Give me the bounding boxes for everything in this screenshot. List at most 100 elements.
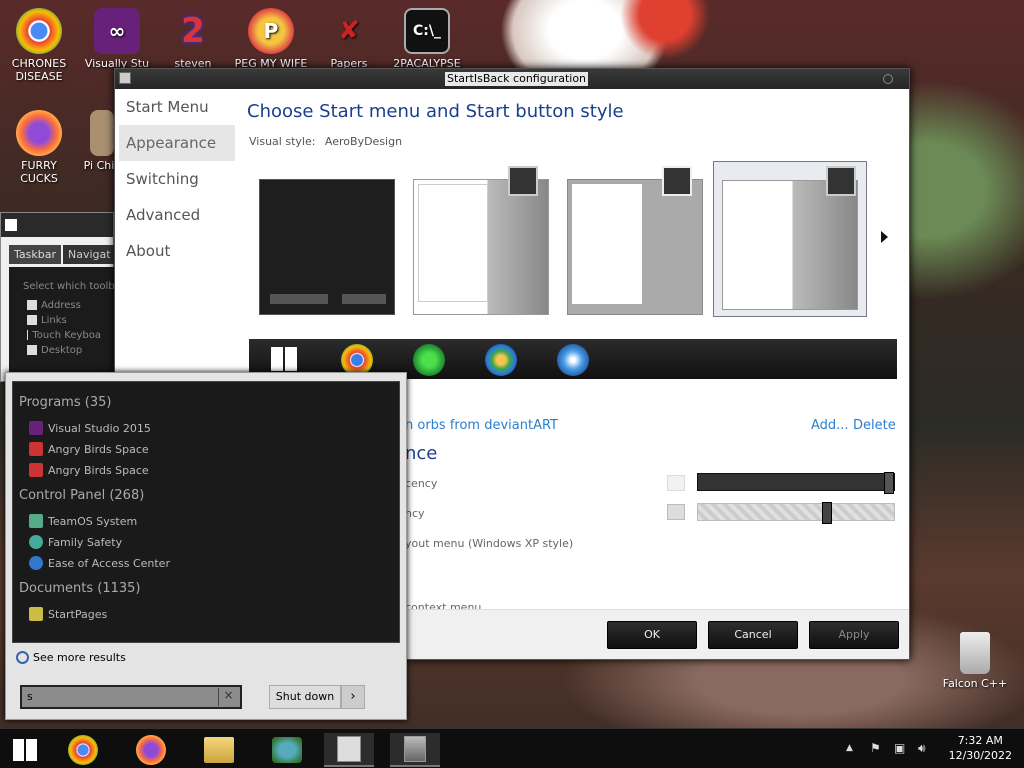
add-link[interactable]: Add... — [811, 418, 849, 433]
taskbar-chrome[interactable] — [58, 733, 108, 767]
result-angry-birds-1[interactable]: Angry Birds Space — [29, 442, 149, 456]
result-startpages[interactable]: StartPages — [29, 607, 107, 621]
appearance-section-title: nce — [405, 443, 438, 464]
color-swatch[interactable] — [667, 504, 685, 520]
taskbar-taskbar-properties[interactable] — [324, 733, 374, 767]
tab-navigation[interactable]: Navigat — [63, 245, 116, 264]
style-thumb-gray1[interactable] — [413, 166, 549, 315]
monitor-icon — [29, 514, 43, 528]
nav-item-switching[interactable]: Switching — [115, 161, 235, 197]
people-icon — [272, 737, 302, 763]
aux-item-label: Links — [41, 315, 67, 326]
visual-style-row: Visual style: AeroByDesign — [249, 135, 402, 148]
volume-icon[interactable]: 🔊︎ — [918, 741, 926, 756]
search-input[interactable]: s × — [20, 685, 242, 709]
recycle-bin-icon — [960, 632, 990, 674]
close-icon[interactable] — [883, 74, 893, 84]
nav-item-advanced[interactable]: Advanced — [115, 197, 235, 233]
result-ease-of-access[interactable]: Ease of Access Center — [29, 556, 170, 570]
aux-item-links[interactable]: Links — [9, 313, 119, 328]
thumb-panel — [418, 184, 488, 302]
see-more-label: See more results — [33, 651, 126, 664]
slider-thumb[interactable] — [884, 472, 894, 494]
apply-button[interactable]: Apply — [809, 621, 899, 649]
clear-search-icon[interactable]: × — [218, 688, 238, 706]
desktop-icon-peg[interactable]: P PEG MY WIFE — [234, 8, 308, 70]
windows-orb-icon[interactable] — [557, 344, 589, 376]
delete-link[interactable]: Delete — [853, 418, 896, 433]
desktop-icon-steven[interactable]: 2 steven — [156, 8, 230, 71]
taskbar-startisback[interactable] — [390, 733, 440, 767]
desktop-icon-label: Falcon C++ — [942, 677, 1008, 690]
aux-item-desktop[interactable]: Desktop — [9, 343, 119, 358]
result-label: TeamOS System — [48, 514, 138, 528]
slider-thumb[interactable] — [822, 502, 832, 524]
visual-style-value[interactable]: AeroByDesign — [325, 135, 402, 148]
aux-item-label: Address — [41, 300, 81, 311]
taskbar-properties-window: Taskbar Navigat Select which toolba Addr… — [0, 212, 119, 382]
firefox-icon — [16, 110, 62, 156]
taskbar-people[interactable] — [262, 733, 312, 767]
desktop-icon-chrones[interactable]: CHRONES DISEASE — [2, 8, 76, 83]
window-titlebar[interactable]: StartIsBack configuration — [115, 69, 909, 89]
color-swatch[interactable] — [667, 475, 685, 491]
flag-icon[interactable]: ⚑ — [870, 741, 881, 755]
shutdown-button[interactable]: Shut down — [269, 685, 341, 709]
nav-item-appearance[interactable]: Appearance — [119, 125, 235, 161]
desktop-icon-falcon[interactable]: Falcon C++ — [938, 632, 1012, 690]
clock[interactable]: 7:32 AM 12/30/2022 — [949, 733, 1012, 763]
clock-time: 7:32 AM — [957, 734, 1003, 747]
checkbox[interactable] — [27, 315, 37, 325]
page-title: Choose Start menu and Start button style — [247, 101, 624, 122]
checkbox[interactable] — [27, 345, 37, 355]
style-thumb-dark[interactable] — [259, 179, 395, 315]
nav-item-start-menu[interactable]: Start Menu — [115, 89, 235, 125]
group-documents[interactable]: Documents (1135) — [19, 581, 140, 596]
group-programs[interactable]: Programs (35) — [19, 395, 111, 410]
windows7-orb-icon[interactable] — [485, 344, 517, 376]
nav-item-about[interactable]: About — [115, 233, 235, 269]
tab-taskbar[interactable]: Taskbar — [9, 245, 61, 264]
transparency-slider-2[interactable] — [697, 502, 895, 524]
taskbar-file-explorer[interactable] — [194, 733, 244, 767]
result-label: Angry Birds Space — [48, 442, 149, 456]
clover-orb-icon[interactable] — [413, 344, 445, 376]
desktop-icon-label: FURRY CUCKS — [20, 159, 58, 185]
desktop-icon-visual-studio[interactable]: ∞ Visually Stu — [80, 8, 154, 70]
group-control-panel[interactable]: Control Panel (268) — [19, 488, 144, 503]
shutdown-options-icon[interactable]: › — [341, 685, 365, 709]
cancel-button[interactable]: Cancel — [708, 621, 798, 649]
checklist-icon — [337, 736, 361, 762]
config-icon — [404, 736, 426, 762]
aux-item-address[interactable]: Address — [9, 298, 119, 313]
tray-overflow-icon[interactable]: ▲ — [846, 743, 853, 753]
result-visual-studio[interactable]: Visual Studio 2015 — [29, 421, 151, 435]
search-icon — [16, 651, 29, 664]
checkbox[interactable] — [27, 330, 29, 340]
desktop-icon-2pacalypse[interactable]: C:\_ 2PACALYPSE — [390, 8, 464, 70]
style-thumb-selected[interactable] — [713, 161, 867, 317]
visual-style-label: Visual style: — [249, 135, 316, 148]
aux-item-touch[interactable]: Touch Keyboa — [9, 328, 119, 343]
desktop-icon-furry[interactable]: FURRY CUCKS — [2, 110, 76, 185]
checkbox[interactable] — [27, 300, 37, 310]
transparency-slider-1[interactable] — [697, 472, 895, 494]
windows-logo-icon[interactable] — [271, 347, 297, 371]
see-more-results-link[interactable]: See more results — [16, 651, 126, 664]
taskbar-firefox[interactable] — [126, 733, 176, 767]
aux-item-label: Touch Keyboa — [32, 330, 101, 341]
style-thumb-gray2[interactable] — [567, 166, 703, 315]
desktop-icon-papers[interactable]: ✘ Papers — [312, 8, 386, 71]
next-arrow-icon[interactable] — [881, 231, 888, 243]
network-icon[interactable]: ▣ — [894, 741, 905, 755]
start-button[interactable] — [0, 733, 50, 767]
desktop-icon-label: CHRONES DISEASE — [11, 57, 67, 83]
result-teamos[interactable]: TeamOS System — [29, 514, 137, 528]
deviantart-orbs-link[interactable]: n orbs from deviantART — [405, 418, 558, 433]
result-angry-birds-2[interactable]: Angry Birds Space — [29, 463, 149, 477]
result-family-safety[interactable]: Family Safety — [29, 535, 122, 549]
ok-button[interactable]: OK — [607, 621, 697, 649]
clock-date: 12/30/2022 — [948, 749, 1012, 762]
aux-titlebar — [1, 213, 113, 237]
visual-studio-icon — [29, 421, 43, 435]
